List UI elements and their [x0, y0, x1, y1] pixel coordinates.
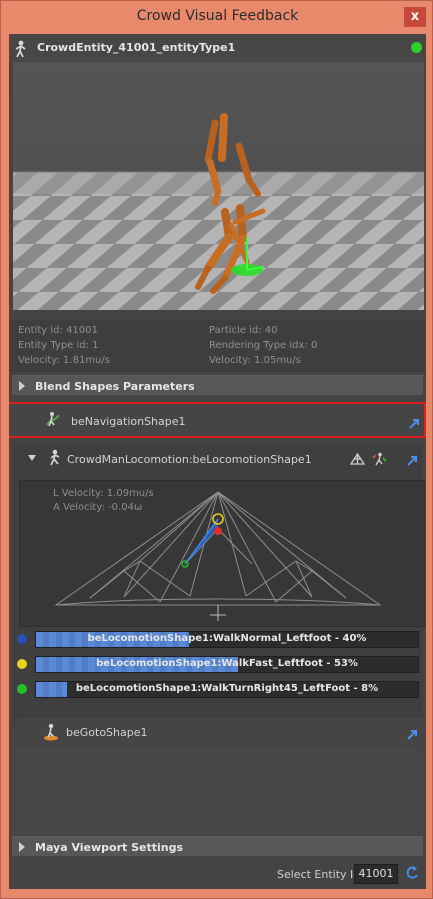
clip-color-dot: [17, 684, 27, 694]
mesh-icon[interactable]: [349, 451, 366, 465]
particle-id-text: Particle id: 40: [209, 325, 278, 336]
expand-arrow-icon: [19, 381, 25, 391]
locomotion-behavior-icon: [46, 449, 64, 471]
goto-behavior-label: beGotoShape1: [66, 726, 148, 739]
clip-color-dot: [17, 634, 27, 644]
velocity-secondary-text: Velocity: 1.05mu/s: [209, 355, 301, 366]
crowd-entity-icon: [13, 40, 29, 62]
refresh-icon[interactable]: [405, 865, 419, 885]
empty-area: [12, 749, 423, 835]
entity-type-id-text: Entity Type id: 1: [18, 340, 99, 351]
status-indicator: [411, 42, 422, 53]
window: Crowd Visual Feedback x CrowdEntity_4100…: [0, 0, 433, 899]
clip-weight-label: beLocomotionShape1:WalkFast_Leftfoot - 5…: [96, 658, 358, 669]
footer-bar: Select Entity Id 41001: [9, 860, 426, 889]
maya-viewport-section-header[interactable]: Maya Viewport Settings: [12, 836, 423, 856]
edit-arrow-icon[interactable]: [408, 415, 421, 429]
clip-weight-label: beLocomotionShape1:WalkNormal_Leftfoot -…: [87, 633, 367, 644]
locomotion-edit-arrow-icon[interactable]: [406, 452, 419, 466]
navigation-behavior-row[interactable]: beNavigationShape1: [9, 402, 426, 438]
goto-edit-arrow-icon[interactable]: [406, 726, 419, 740]
blend-shapes-section-header[interactable]: Blend Shapes Parameters: [12, 375, 423, 395]
goto-behavior-icon: [42, 723, 60, 745]
locomotion-behavior-panel: CrowdManLocomotion:beLocomotionShape1 L …: [13, 445, 425, 725]
entity-viewport[interactable]: [13, 62, 424, 310]
clip-weight-label: beLocomotionShape1:WalkTurnRight45_LeftF…: [75, 683, 379, 694]
navigation-behavior-icon: [44, 410, 64, 434]
entity-info-panel: Entity id: 41001 Entity Type id: 1 Veloc…: [9, 320, 426, 372]
clip-weight-bar: beLocomotionShape1:WalkNormal_Leftfoot -…: [35, 631, 419, 648]
entity-id-text: Entity id: 41001: [18, 325, 98, 336]
navigation-behavior-label: beNavigationShape1: [71, 415, 186, 428]
collapse-arrow-icon[interactable]: [28, 455, 36, 461]
entity-id-input[interactable]: 41001: [354, 864, 398, 884]
locomotion-behavior-label: CrowdManLocomotion:beLocomotionShape1: [67, 453, 312, 466]
entity-name: CrowdEntity_41001_entityType1: [37, 41, 236, 54]
blend-triangulation-graph: [54, 491, 382, 621]
close-button[interactable]: x: [404, 7, 426, 27]
rendering-type-idx-text: Rendering Type idx: 0: [209, 340, 318, 351]
main-panel: CrowdEntity_41001_entityType1 Entity id:…: [9, 34, 426, 889]
clip-weight-bar: beLocomotionShape1:WalkFast_Leftfoot - 5…: [35, 656, 419, 673]
clip-color-dot: [17, 659, 27, 669]
expand-arrow-icon: [19, 842, 25, 852]
select-entity-id-label: Select Entity Id: [277, 868, 361, 881]
viewport-scene: [13, 62, 424, 310]
goto-behavior-row[interactable]: beGotoShape1: [17, 718, 424, 746]
maya-viewport-label: Maya Viewport Settings: [35, 841, 184, 854]
character-motion-icon[interactable]: [372, 451, 387, 466]
title-bar[interactable]: Crowd Visual Feedback x: [1, 1, 433, 34]
entity-header: CrowdEntity_41001_entityType1: [9, 34, 426, 62]
locomotion-blend-diagram[interactable]: L Velocity: 1.09mu/s A Velocity: -0.04ω: [19, 480, 425, 627]
blend-shapes-label: Blend Shapes Parameters: [35, 380, 195, 393]
window-title: Crowd Visual Feedback: [136, 8, 299, 24]
velocity-text: Velocity: 1.81mu/s: [18, 355, 110, 366]
clip-weight-bar: beLocomotionShape1:WalkTurnRight45_LeftF…: [35, 681, 419, 698]
